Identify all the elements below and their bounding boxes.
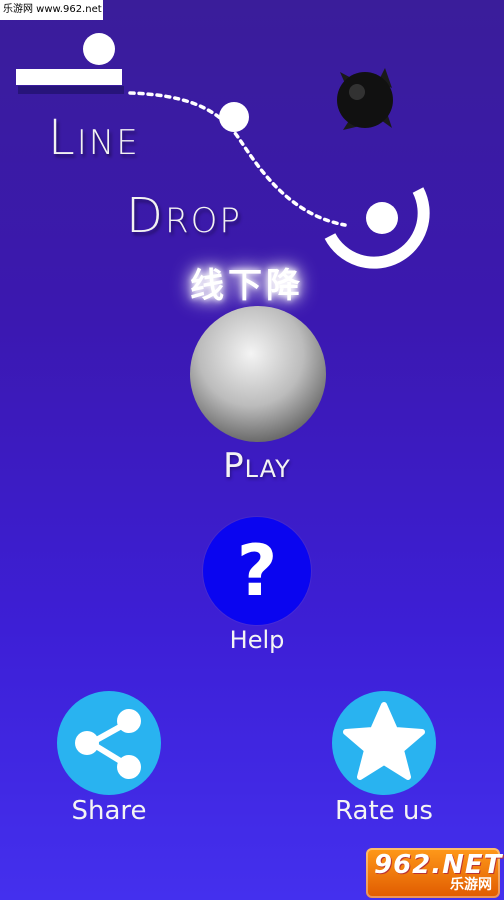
rate-button[interactable] xyxy=(332,691,436,795)
ball-top xyxy=(83,33,115,65)
star-icon xyxy=(343,702,425,780)
title-drop: Drop xyxy=(126,188,242,244)
title-line: Line xyxy=(48,110,140,166)
help-label: Help xyxy=(229,626,285,654)
watermark-bottom: 962.NET 乐游网 xyxy=(366,848,501,898)
chinese-title: 线下降 xyxy=(190,266,304,306)
rate-label: Rate us xyxy=(335,796,433,826)
help-button[interactable]: ? xyxy=(203,517,311,625)
ball-middle xyxy=(219,102,249,132)
question-mark-icon: ? xyxy=(236,530,278,612)
play-label[interactable]: Play xyxy=(0,446,504,486)
share-label: Share xyxy=(71,796,147,826)
platform-shadow xyxy=(18,86,124,94)
share-icon xyxy=(75,709,141,779)
play-button[interactable] xyxy=(190,306,326,442)
ball-goal xyxy=(366,202,398,234)
spiked-mine-icon xyxy=(337,68,393,130)
share-button[interactable] xyxy=(57,691,161,795)
watermark-sub: 乐游网 xyxy=(450,877,492,893)
platform-bar xyxy=(16,69,122,85)
